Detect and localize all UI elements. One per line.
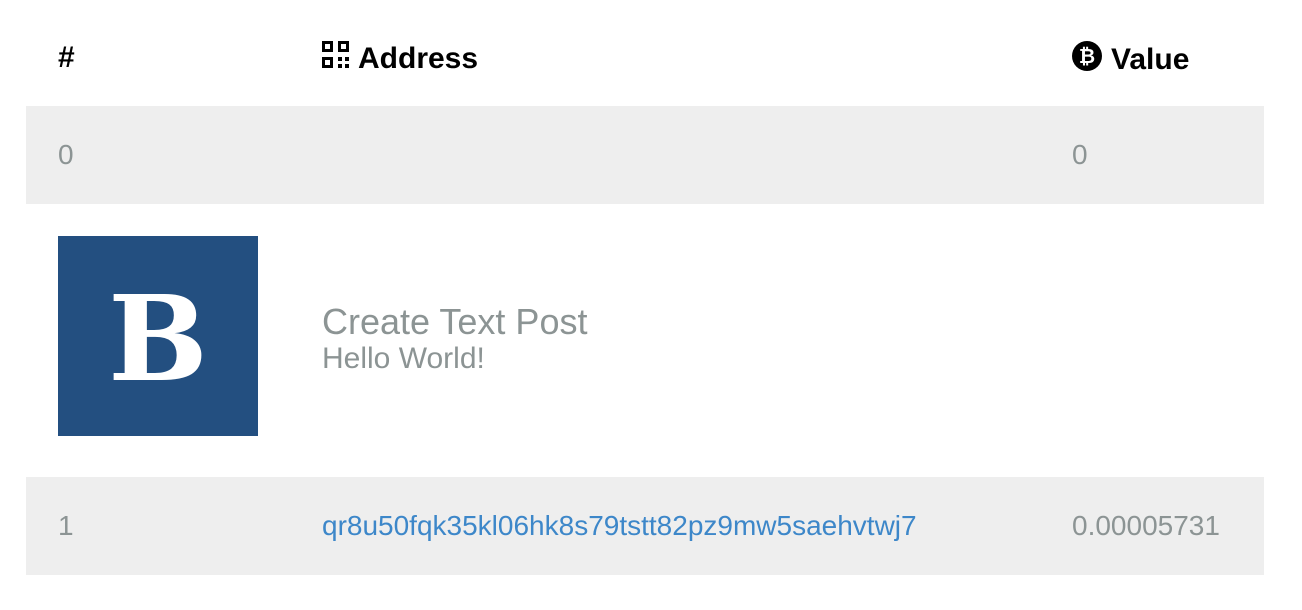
table-header: # Address ₿ Value (26, 0, 1264, 106)
row-address: qr8u50fqk35kl06hk8s79tstt82pz9mw5saehvtw… (322, 510, 917, 542)
table-row: 1 qr8u50fqk35kl06hk8s79tstt82pz9mw5saehv… (26, 477, 1264, 575)
row-value: 0.00005731 (1072, 510, 1220, 541)
op-return-content: Create Text Post Hello World! (322, 302, 587, 376)
op-return-row: B Create Text Post Hello World! (26, 204, 1264, 477)
protocol-logo: B (58, 236, 258, 436)
value-column-header: ₿ Value (1072, 41, 1189, 79)
row-index: 1 (58, 510, 74, 541)
index-header-label: # (58, 41, 75, 74)
post-message: Hello World! (322, 342, 485, 375)
bitcoin-icon: ₿ (1072, 41, 1102, 79)
action-title: Create Text Post (322, 301, 588, 342)
row-index: 0 (58, 139, 74, 170)
index-column-header: # (58, 41, 75, 75)
row-value: 0 (1072, 139, 1088, 170)
address-link[interactable]: qr8u50fqk35kl06hk8s79tstt82pz9mw5saehvtw… (322, 510, 917, 541)
svg-text:₿: ₿ (1079, 44, 1095, 68)
address-column-header: Address (322, 41, 478, 76)
table-row: 0 0 (26, 106, 1264, 204)
protocol-logo-letter: B (108, 269, 208, 408)
outputs-table: # Address ₿ Value 0 0 B Create Text Post… (26, 0, 1264, 575)
value-header-label: Value (1111, 43, 1190, 76)
address-header-label: Address (358, 41, 479, 75)
qr-code-icon (322, 41, 349, 76)
